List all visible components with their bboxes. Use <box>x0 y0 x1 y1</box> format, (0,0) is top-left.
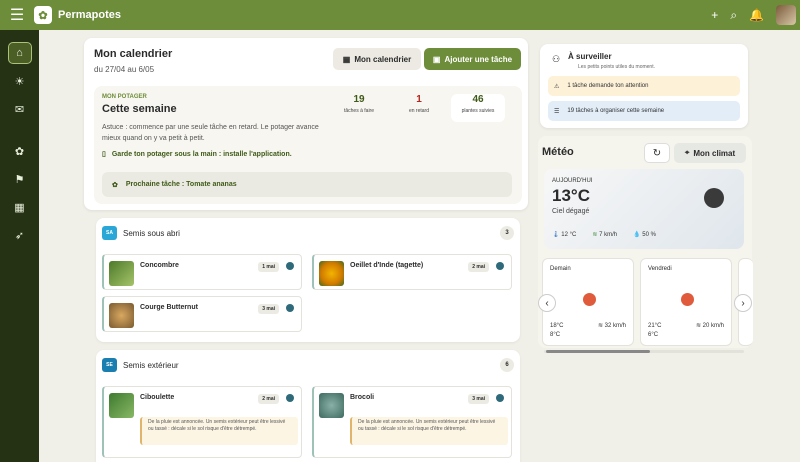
weather-icon <box>704 188 724 208</box>
today-weather-card: AUJOURD'HUI 13°C Ciel dégagé 🌡 12 °C ≋ 7… <box>544 169 744 249</box>
section-semis-exterieur: SE Semis extérieur 6 Ciboulette 2 mai De… <box>96 350 520 462</box>
rain-warning: De la pluie est annoncée. Un semis extér… <box>140 417 298 445</box>
section-semis-sous-abri: SA Semis sous abri 3 Concombre 1 mai Oei… <box>96 218 520 342</box>
my-climate-button[interactable]: ⌖ Mon climat <box>674 143 746 163</box>
section-count: 3 <box>500 226 514 240</box>
week-summary: MON POTAGER Cette semaine Astuce : comme… <box>94 86 522 204</box>
calendar-icon[interactable]: ▦ <box>8 196 32 218</box>
sprout-icon: ✿ <box>112 181 118 189</box>
home-icon[interactable]: ⌂ <box>7 42 32 64</box>
section-badge: SA <box>102 226 117 240</box>
plant-thumbnail <box>319 393 344 418</box>
forecast-scrollbar[interactable] <box>544 350 744 353</box>
task-card[interactable]: Oeillet d'Inde (tagette) 2 mai <box>312 254 512 290</box>
lightbulb-icon[interactable]: ☀ <box>8 70 32 92</box>
thermometer-icon: 🌡 <box>552 232 560 238</box>
wind-icon: ≋ <box>695 323 703 329</box>
main-content: Mon calendrier du 27/04 au 6/05 ▦ Mon ca… <box>84 38 528 462</box>
plant-thumbnail <box>109 261 134 286</box>
top-bar: ☰ ✿ Permapotes + ⌕ 🔔 <box>0 0 800 30</box>
watch-title: À surveiller <box>568 52 612 61</box>
add-calendar-icon: ▣ <box>432 54 441 64</box>
list-icon: ☰ <box>554 108 560 115</box>
stat-late: 1 en retard <box>408 94 429 114</box>
status-icon <box>286 262 294 270</box>
binoculars-icon: ⚇ <box>552 54 561 64</box>
install-app-link[interactable]: ▯ Garde ton potager sous la main : insta… <box>102 150 514 159</box>
watch-subtitle: Les petits points utiles du moment. <box>578 64 655 70</box>
task-card[interactable]: Concombre 1 mai <box>102 254 302 290</box>
sprout-icon[interactable]: ✿ <box>8 140 32 162</box>
chevron-left-icon[interactable]: ‹ <box>538 294 556 312</box>
refresh-button[interactable]: ↻ <box>644 143 670 163</box>
bell-icon[interactable]: 🔔 <box>749 8 764 22</box>
section-title: Semis extérieur <box>123 360 179 370</box>
weather-panel: Météo ↻ ⌖ Mon climat AUJOURD'HUI 13°C Ci… <box>538 136 753 353</box>
location-pin-icon: ⌖ <box>684 148 690 157</box>
sidebar: ⌂ ☀ ✉ ✿ ⚑ ▦ ➶ <box>0 30 39 462</box>
alert-info[interactable]: ☰ 19 tâches à organiser cette semaine <box>548 101 740 121</box>
next-task[interactable]: ✿ Prochaine tâche : Tomate ananas <box>102 172 512 197</box>
plant-thumbnail <box>109 303 134 328</box>
stat-todo: 19 tâches à faire <box>343 94 375 114</box>
task-card[interactable]: Brocoli 3 mai De la pluie est annoncée. … <box>312 386 512 458</box>
stats: 19 tâches à faire 1 en retard 46 plantes… <box>331 94 505 122</box>
section-title: Semis sous abri <box>123 228 180 238</box>
task-card[interactable]: Ciboulette 2 mai De la pluie est annoncé… <box>102 386 302 458</box>
rocket-icon[interactable]: ➶ <box>8 224 32 246</box>
forecast-card: Vendredi 21°C 6°C ≋ 20 km/h <box>640 258 732 346</box>
section-count: 6 <box>500 358 514 372</box>
my-calendar-button[interactable]: ▦ Mon calendrier <box>333 48 421 70</box>
calendar-icon: ▦ <box>342 54 351 64</box>
chevron-right-icon[interactable]: › <box>734 294 752 312</box>
task-card[interactable]: Courge Butternut 3 mai <box>102 296 302 332</box>
search-icon[interactable]: ⌕ <box>730 8 737 23</box>
alert-warning[interactable]: ⚠ 1 tâche demande ton attention <box>548 76 740 96</box>
wind-icon: ≋ <box>592 232 598 238</box>
watch-card: ⚇ À surveiller Les petits points utiles … <box>540 44 748 128</box>
plant-thumbnail <box>319 261 344 286</box>
flag-icon[interactable]: ⚑ <box>8 168 32 190</box>
sun-icon <box>583 293 596 306</box>
rain-warning: De la pluie est annoncée. Un semis extér… <box>350 417 508 445</box>
chat-icon[interactable]: ✉ <box>8 98 32 120</box>
plant-thumbnail <box>109 393 134 418</box>
add-task-button[interactable]: ▣ Ajouter une tâche <box>424 48 521 70</box>
phone-icon: ▯ <box>102 151 106 158</box>
app-brand: Permapotes <box>58 9 121 21</box>
today-metrics: 🌡 12 °C ≋ 7 km/h 💧 50 % <box>552 232 656 238</box>
avatar[interactable] <box>776 5 796 25</box>
tip-text: Astuce : commence par une seule tâche en… <box>102 124 319 142</box>
plus-icon[interactable]: + <box>711 8 718 22</box>
sun-icon <box>681 293 694 306</box>
status-icon <box>286 394 294 402</box>
section-badge: SE <box>102 358 117 372</box>
app-logo: ✿ <box>34 6 52 24</box>
menu-icon[interactable]: ☰ <box>0 5 34 25</box>
status-icon <box>286 304 294 312</box>
status-icon <box>496 394 504 402</box>
calendar-header-card: Mon calendrier du 27/04 au 6/05 ▦ Mon ca… <box>84 38 528 210</box>
status-icon <box>496 262 504 270</box>
wind-icon: ≋ <box>597 323 605 329</box>
weather-title: Météo <box>542 146 574 158</box>
warning-icon: ⚠ <box>554 83 560 90</box>
stat-plants: 46 plantes suivies <box>451 94 505 122</box>
raindrop-icon: 💧 <box>633 232 641 238</box>
